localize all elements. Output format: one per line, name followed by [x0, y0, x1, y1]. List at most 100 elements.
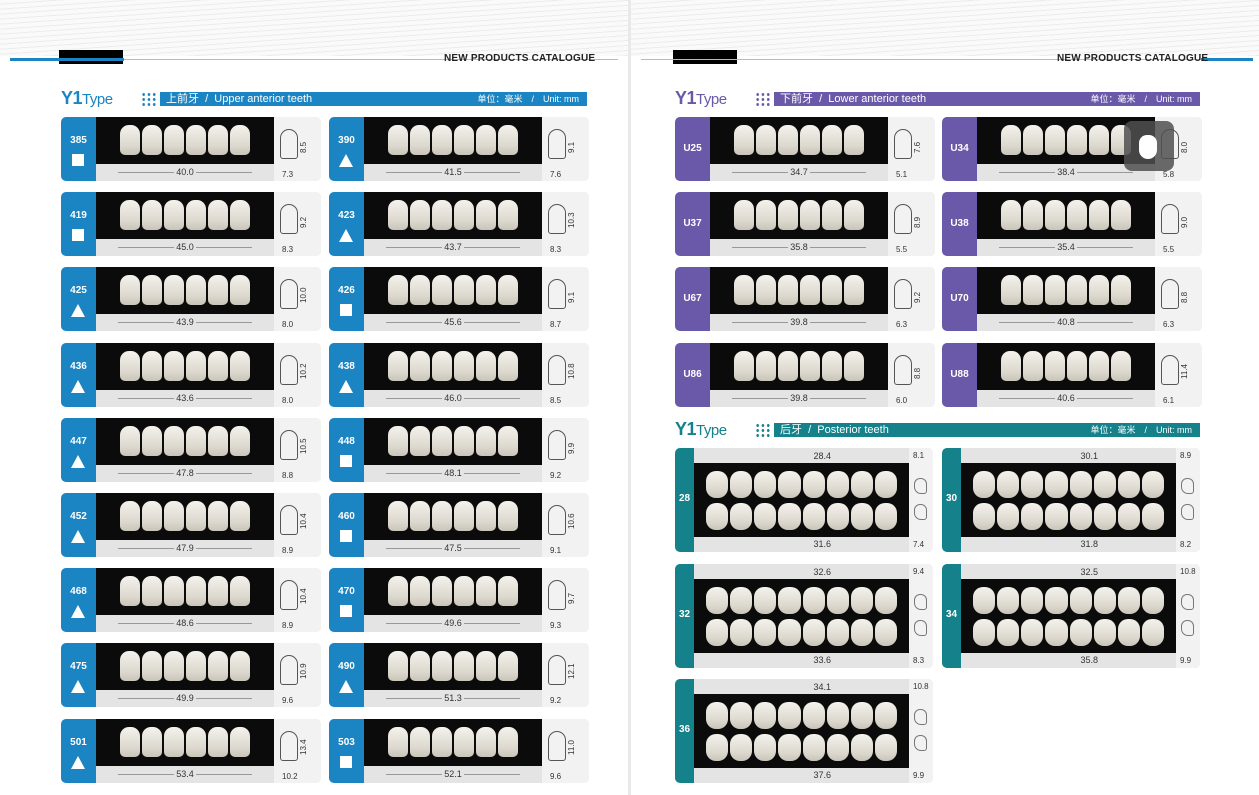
width-measure: 40.6	[977, 390, 1155, 407]
tooth-image	[850, 587, 873, 614]
tooth-image	[802, 587, 825, 614]
product-card[interactable]: U70 40.8 8.8 6.3	[942, 267, 1202, 332]
product-code: 438	[338, 360, 355, 372]
width-measure: 45.6	[364, 314, 542, 331]
product-card[interactable]: 426 45.6 9.1 8.7	[329, 267, 589, 332]
width-value: 51.3	[364, 693, 542, 704]
product-tab: U86	[675, 342, 710, 407]
tooth-image	[388, 275, 408, 306]
product-card[interactable]: U37 35.8 8.9 5.5	[675, 192, 935, 257]
tooth-image	[874, 503, 897, 530]
product-card[interactable]: 425 43.9 10.0 8.0	[61, 267, 321, 332]
tooth-image	[388, 501, 408, 531]
tooth-image	[1089, 125, 1109, 155]
teeth-row	[120, 350, 250, 381]
height-value: 10.4	[299, 513, 308, 529]
neck-value: 6.0	[896, 395, 908, 405]
product-card[interactable]: 32 32.6 33.6 9.4 8.3	[675, 564, 933, 668]
product-card[interactable]: U25 34.7 7.6 5.1	[675, 117, 935, 181]
tooth-image	[432, 200, 452, 231]
product-code: U38	[950, 218, 969, 230]
product-card[interactable]: 452 47.9 10.4 8.9	[61, 493, 321, 557]
width-value: 39.8	[710, 317, 888, 328]
tooth-profile-icon	[1181, 594, 1194, 610]
tooth-image	[822, 350, 842, 381]
tooth-outline-box: 9.0 5.5	[1155, 192, 1202, 257]
product-card[interactable]: 490 51.3 12.1 9.2	[329, 643, 589, 708]
section-title: Y1Type	[675, 88, 727, 109]
product-card[interactable]: 28 28.4 31.6 8.1 7.4	[675, 448, 933, 552]
width-value: 47.9	[96, 543, 274, 553]
tooth-image	[1023, 200, 1043, 231]
tooth-image	[730, 471, 753, 498]
width-measure: 51.3	[364, 690, 542, 707]
tooth-image	[230, 200, 250, 231]
product-card[interactable]: 460 47.5 10.6 9.1	[329, 493, 589, 557]
teeth-photo	[977, 192, 1155, 240]
product-code: U34	[950, 143, 969, 154]
tooth-image	[476, 726, 496, 757]
tooth-image	[230, 501, 250, 531]
tooth-image	[186, 350, 206, 381]
tooth-image	[142, 726, 162, 757]
product-card[interactable]: 447 47.8 10.5 8.8	[61, 417, 321, 482]
product-card[interactable]: 436 43.6 10.2 8.0	[61, 342, 321, 407]
product-card[interactable]: 30 30.1 31.8 8.9 8.2	[942, 448, 1200, 552]
width-text: 49.9	[174, 693, 196, 704]
height-value: 11.0	[567, 739, 576, 755]
product-card[interactable]: 423 43.7 10.3 8.3	[329, 192, 589, 257]
product-card[interactable]: 390 41.5 9.1 7.6	[329, 117, 589, 181]
product-card[interactable]: 448 48.1 9.9 9.2	[329, 417, 589, 482]
product-card[interactable]: U67 39.8 9.2 6.3	[675, 267, 935, 332]
triangle-icon	[71, 379, 85, 393]
tooth-image	[120, 275, 140, 306]
tooth-outline-box: 10.4 8.9	[274, 568, 321, 633]
tooth-image	[800, 200, 820, 231]
product-card[interactable]: U86 39.8 8.8 6.0	[675, 342, 935, 407]
teeth-row	[120, 125, 250, 155]
tooth-image	[230, 576, 250, 607]
product-card[interactable]: U38 35.4 9.0 5.5	[942, 192, 1202, 257]
dots-icon	[755, 423, 771, 437]
product-card[interactable]: 503 52.1 11.0 9.6	[329, 718, 589, 783]
product-card[interactable]: 438 46.0 10.8 8.5	[329, 342, 589, 407]
teeth-photo	[96, 117, 274, 164]
tooth-image	[754, 587, 777, 614]
mouse-icon[interactable]	[1124, 121, 1174, 171]
product-card[interactable]: 470 49.6 9.7 9.3	[329, 568, 589, 633]
tooth-outline-box: 9.2 6.3	[888, 267, 935, 332]
tooth-outline-icon	[894, 204, 912, 235]
tooth-outline-icon	[548, 505, 566, 535]
product-code: 490	[338, 661, 355, 673]
tooth-image	[1067, 125, 1087, 155]
product-card[interactable]: 475 49.9 10.9 9.6	[61, 643, 321, 708]
tooth-image	[142, 200, 162, 231]
product-card[interactable]: 34 32.5 35.8 10.8 9.9	[942, 564, 1200, 668]
tooth-image	[230, 425, 250, 456]
teeth-row	[120, 651, 250, 682]
product-card[interactable]: 419 45.0 9.2 8.3	[61, 192, 321, 257]
tooth-image	[802, 471, 825, 498]
width-text: 51.3	[442, 693, 464, 704]
product-card[interactable]: 468 48.6 10.4 8.9	[61, 568, 321, 633]
product-card[interactable]: 501 53.4 13.4 10.2	[61, 718, 321, 783]
product-card[interactable]: 36 34.1 37.6 10.8 9.9	[675, 679, 933, 783]
teeth-photo	[96, 718, 274, 766]
teeth-row	[388, 726, 518, 757]
tooth-image	[432, 275, 452, 306]
upper-teeth-row	[973, 471, 1164, 498]
tooth-image	[973, 587, 996, 614]
tooth-outline-box: 11.4 6.1	[1155, 342, 1202, 407]
product-tab: 438	[329, 342, 364, 407]
width-measure: 40.0	[96, 164, 274, 181]
product-card[interactable]: 385 40.0 8.5 7.3	[61, 117, 321, 181]
height-value: 10.5	[299, 438, 308, 454]
tooth-image	[997, 619, 1020, 646]
tooth-outline-box: 13.4 10.2	[274, 718, 321, 783]
teeth-row	[120, 726, 250, 757]
tooth-image	[1021, 471, 1044, 498]
tooth-outline-icon	[280, 580, 298, 611]
width-text: 49.6	[442, 618, 464, 629]
product-card[interactable]: U88 40.6 11.4 6.1	[942, 342, 1202, 407]
tooth-image	[410, 425, 430, 456]
